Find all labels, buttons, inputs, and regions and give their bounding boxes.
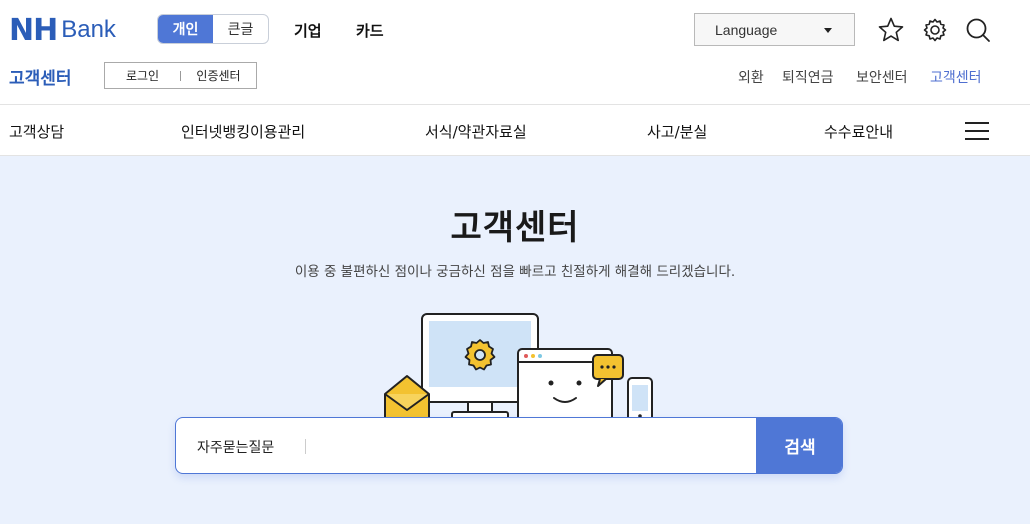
smartphone-icon (627, 377, 653, 423)
faq-search-bar: 자주묻는질문 검색 (175, 417, 843, 474)
nav-counseling[interactable]: 고객상담 (9, 121, 64, 142)
top-bar: NH Bank 개인 큰글 기업 카드 Language (0, 0, 1030, 60)
hero-title: 고객센터 (450, 208, 580, 248)
search-input[interactable] (316, 426, 751, 466)
sub-header: 고객센터 로그인 인증센터 외환 퇴직연금 보안센터 고객센터 (0, 60, 1030, 104)
star-icon[interactable] (877, 16, 905, 44)
logo-nh: NH (9, 12, 58, 48)
main-nav: 고객상담 인터넷뱅킹이용관리 서식/약관자료실 사고/분실 수수료안내 (0, 104, 1030, 156)
nav-card[interactable]: 카드 (356, 20, 384, 41)
util-link-security[interactable]: 보안센터 (856, 67, 908, 87)
nh-bank-logo[interactable]: NH Bank (9, 12, 116, 48)
large-text-mode-button[interactable]: 큰글 (213, 15, 268, 43)
search-category-select[interactable]: 자주묻는질문 (197, 437, 274, 457)
caret-down-icon (824, 28, 832, 33)
nav-corporate[interactable]: 기업 (294, 20, 322, 41)
util-link-customer-center[interactable]: 고객센터 (930, 67, 982, 87)
nav-internet-banking[interactable]: 인터넷뱅킹이용관리 (181, 121, 305, 142)
hero-section: 고객센터 이용 중 불편하신 점이나 궁금하신 점을 빠르고 친절하게 해결해 … (0, 156, 1030, 524)
logo-bank: Bank (61, 16, 116, 43)
customer-center-illustration (380, 306, 660, 425)
cert-center-button[interactable]: 인증센터 (181, 67, 256, 84)
gear-icon[interactable] (921, 16, 949, 44)
language-select[interactable]: Language (694, 13, 855, 46)
section-title[interactable]: 고객센터 (9, 64, 72, 89)
nav-accident-loss[interactable]: 사고/분실 (647, 121, 707, 142)
personal-mode-button[interactable]: 개인 (158, 15, 213, 43)
nav-forms-terms[interactable]: 서식/약관자료실 (425, 121, 527, 142)
search-button[interactable]: 검색 (756, 418, 842, 473)
login-button[interactable]: 로그인 (105, 67, 180, 84)
hero-subtitle: 이용 중 불편하신 점이나 궁금하신 점을 빠르고 친절하게 해결해 드리겠습니… (294, 264, 736, 280)
mode-toggle: 개인 큰글 (157, 14, 269, 44)
divider (305, 439, 306, 454)
nav-fees[interactable]: 수수료안내 (824, 121, 893, 142)
language-label: Language (715, 21, 778, 38)
search-icon[interactable] (964, 16, 992, 44)
util-link-fx[interactable]: 외환 (738, 67, 764, 87)
hamburger-icon[interactable] (965, 122, 989, 140)
login-box: 로그인 인증센터 (104, 62, 257, 89)
util-link-pension[interactable]: 퇴직연금 (782, 67, 834, 87)
